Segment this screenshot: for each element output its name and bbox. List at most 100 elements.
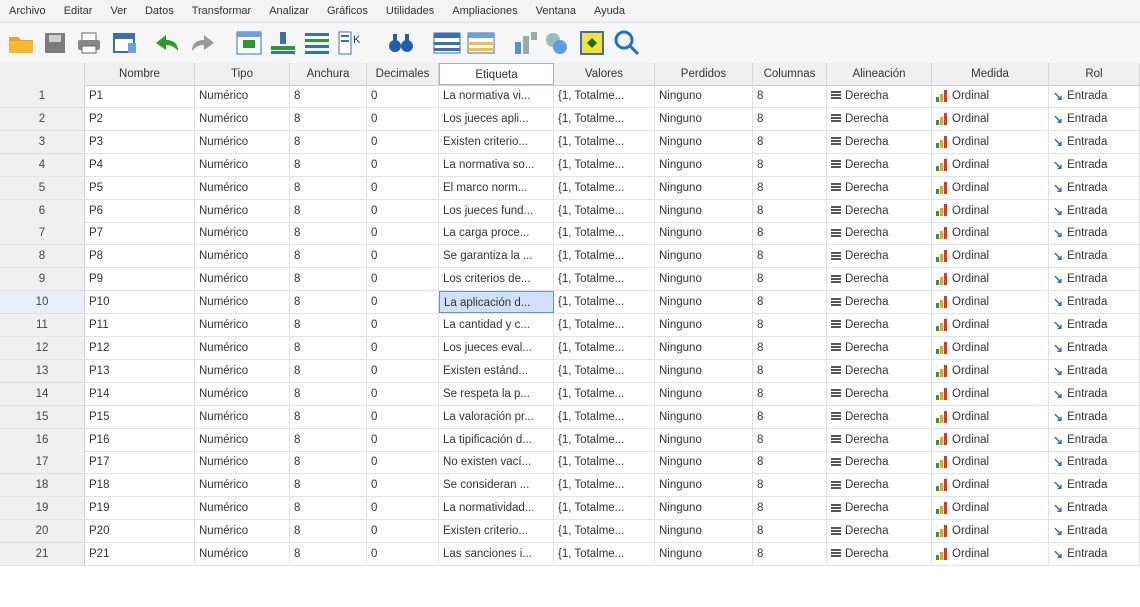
- cell-perdidos[interactable]: Ninguno: [655, 268, 753, 291]
- cell-valores[interactable]: {1, Totalme...: [554, 130, 655, 153]
- cell-anchura[interactable]: 8: [290, 222, 367, 245]
- column-header-perdidos[interactable]: Perdidos: [655, 63, 753, 85]
- cell-decimales[interactable]: 0: [367, 107, 439, 130]
- cell-columnas[interactable]: 8: [753, 336, 827, 359]
- cell-columnas[interactable]: 8: [753, 245, 827, 268]
- cell-medida[interactable]: Ordinal: [932, 497, 1049, 520]
- cell-nombre[interactable]: P16: [85, 428, 195, 451]
- find-icon[interactable]: [384, 26, 418, 60]
- cell-anchura[interactable]: 8: [290, 245, 367, 268]
- cell-tipo[interactable]: Numérico: [195, 291, 290, 314]
- cell-decimales[interactable]: 0: [367, 153, 439, 176]
- cell-rol[interactable]: ↘ Entrada: [1049, 245, 1140, 268]
- row-number[interactable]: 6: [0, 199, 85, 222]
- row-number[interactable]: 4: [0, 153, 85, 176]
- cell-medida[interactable]: Ordinal: [932, 130, 1049, 153]
- cell-tipo[interactable]: Numérico: [195, 130, 290, 153]
- cell-perdidos[interactable]: Ninguno: [655, 314, 753, 336]
- row-number[interactable]: 8: [0, 245, 85, 268]
- cell-columnas[interactable]: 8: [753, 291, 827, 314]
- print-icon[interactable]: [72, 26, 106, 60]
- cell-tipo[interactable]: Numérico: [195, 543, 290, 565]
- cell-alineacion[interactable]: Derecha: [827, 336, 932, 359]
- cell-etiqueta[interactable]: La aplicación d...: [439, 291, 554, 314]
- cell-tipo[interactable]: Numérico: [195, 176, 290, 199]
- cell-medida[interactable]: Ordinal: [932, 245, 1049, 268]
- cell-perdidos[interactable]: Ninguno: [655, 130, 753, 153]
- cell-alineacion[interactable]: Derecha: [827, 382, 932, 405]
- insert-variable-icon[interactable]: K: [334, 26, 368, 60]
- cell-tipo[interactable]: Numérico: [195, 451, 290, 474]
- cell-etiqueta[interactable]: La valoración pr...: [439, 405, 554, 428]
- cell-decimales[interactable]: 0: [367, 451, 439, 474]
- cell-valores[interactable]: {1, Totalme...: [554, 176, 655, 199]
- cell-nombre[interactable]: P9: [85, 268, 195, 291]
- cell-alineacion[interactable]: Derecha: [827, 451, 932, 474]
- cell-medida[interactable]: Ordinal: [932, 543, 1049, 565]
- cell-perdidos[interactable]: Ninguno: [655, 176, 753, 199]
- cell-nombre[interactable]: P1: [85, 85, 195, 107]
- cell-columnas[interactable]: 8: [753, 451, 827, 474]
- cell-columnas[interactable]: 8: [753, 107, 827, 130]
- cell-anchura[interactable]: 8: [290, 291, 367, 314]
- cell-nombre[interactable]: P7: [85, 222, 195, 245]
- cell-etiqueta[interactable]: La normativa so...: [439, 153, 554, 176]
- cell-medida[interactable]: Ordinal: [932, 268, 1049, 291]
- cell-etiqueta[interactable]: La carga proce...: [439, 222, 554, 245]
- cell-columnas[interactable]: 8: [753, 359, 827, 382]
- cell-alineacion[interactable]: Derecha: [827, 497, 932, 520]
- cell-decimales[interactable]: 0: [367, 382, 439, 405]
- cell-rol[interactable]: ↘ Entrada: [1049, 291, 1140, 314]
- cell-rol[interactable]: ↘ Entrada: [1049, 222, 1140, 245]
- cell-valores[interactable]: {1, Totalme...: [554, 314, 655, 336]
- cell-etiqueta[interactable]: La cantidad y c...: [439, 314, 554, 336]
- cell-anchura[interactable]: 8: [290, 153, 367, 176]
- cell-medida[interactable]: Ordinal: [932, 222, 1049, 245]
- cell-nombre[interactable]: P14: [85, 382, 195, 405]
- cell-decimales[interactable]: 0: [367, 497, 439, 520]
- cell-etiqueta[interactable]: Se respeta la p...: [439, 382, 554, 405]
- row-number[interactable]: 16: [0, 428, 85, 451]
- cell-anchura[interactable]: 8: [290, 85, 367, 107]
- cell-nombre[interactable]: P6: [85, 199, 195, 222]
- cell-columnas[interactable]: 8: [753, 382, 827, 405]
- cell-rol[interactable]: ↘ Entrada: [1049, 85, 1140, 107]
- menu-9[interactable]: Ventana: [527, 0, 585, 22]
- cell-nombre[interactable]: P21: [85, 543, 195, 565]
- column-header-valores[interactable]: Valores: [554, 63, 655, 85]
- cell-tipo[interactable]: Numérico: [195, 245, 290, 268]
- cell-rol[interactable]: ↘ Entrada: [1049, 176, 1140, 199]
- cell-decimales[interactable]: 0: [367, 314, 439, 336]
- cell-nombre[interactable]: P5: [85, 176, 195, 199]
- cell-decimales[interactable]: 0: [367, 520, 439, 543]
- cell-rol[interactable]: ↘ Entrada: [1049, 130, 1140, 153]
- cell-valores[interactable]: {1, Totalme...: [554, 359, 655, 382]
- cell-anchura[interactable]: 8: [290, 107, 367, 130]
- cell-alineacion[interactable]: Derecha: [827, 405, 932, 428]
- cell-rol[interactable]: ↘ Entrada: [1049, 268, 1140, 291]
- row-number[interactable]: 18: [0, 474, 85, 497]
- cell-decimales[interactable]: 0: [367, 336, 439, 359]
- cell-decimales[interactable]: 0: [367, 268, 439, 291]
- row-number[interactable]: 20: [0, 520, 85, 543]
- cell-valores[interactable]: {1, Totalme...: [554, 222, 655, 245]
- cell-tipo[interactable]: Numérico: [195, 520, 290, 543]
- cell-medida[interactable]: Ordinal: [932, 176, 1049, 199]
- cell-columnas[interactable]: 8: [753, 428, 827, 451]
- search-icon[interactable]: [610, 26, 644, 60]
- insert-cases-icon[interactable]: [464, 26, 498, 60]
- cell-alineacion[interactable]: Derecha: [827, 428, 932, 451]
- cell-anchura[interactable]: 8: [290, 405, 367, 428]
- column-header-nombre[interactable]: Nombre: [85, 63, 195, 85]
- row-number[interactable]: 3: [0, 130, 85, 153]
- cell-rol[interactable]: ↘ Entrada: [1049, 153, 1140, 176]
- cell-anchura[interactable]: 8: [290, 130, 367, 153]
- row-number[interactable]: 17: [0, 451, 85, 474]
- column-header-columnas[interactable]: Columnas: [753, 63, 827, 85]
- row-number[interactable]: 15: [0, 405, 85, 428]
- cell-rol[interactable]: ↘ Entrada: [1049, 543, 1140, 565]
- column-header-rol[interactable]: Rol: [1049, 63, 1140, 85]
- cell-valores[interactable]: {1, Totalme...: [554, 85, 655, 107]
- cell-rol[interactable]: ↘ Entrada: [1049, 520, 1140, 543]
- cell-perdidos[interactable]: Ninguno: [655, 85, 753, 107]
